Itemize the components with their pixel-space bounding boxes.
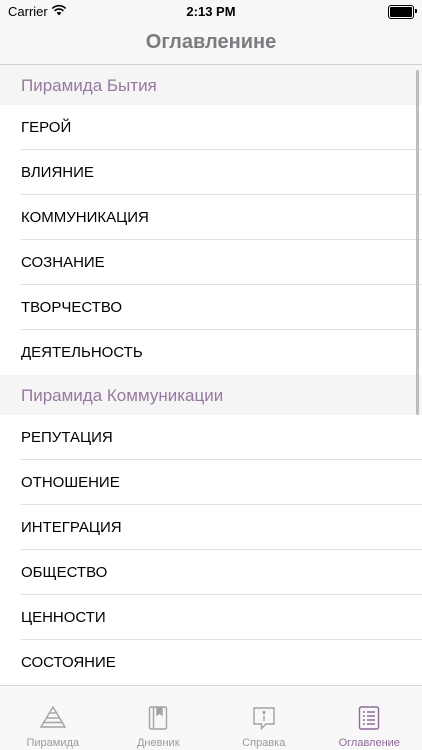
section-header: Пирамида Коммуникации <box>0 375 422 415</box>
list-item[interactable]: ОБЩЕСТВО <box>0 550 422 595</box>
book-icon <box>148 706 168 735</box>
list-item[interactable]: ИНТЕГРАЦИЯ <box>0 505 422 550</box>
list-item[interactable]: КОММУНИКАЦИЯ <box>0 195 422 240</box>
tab-label: Пирамида <box>26 737 80 749</box>
tab-label: Справка <box>242 737 286 749</box>
tab-pyramid[interactable]: Пирамида <box>0 686 106 750</box>
page-title: Оглавленине <box>145 31 277 53</box>
list-item[interactable]: ДЕЯТЕЛЬНОСТЬ <box>0 330 422 375</box>
status-bar: Carrier 2:13 PM <box>0 0 422 22</box>
list-item[interactable]: ГЕРОЙ <box>0 105 422 150</box>
navigation-bar: Оглавленине <box>0 22 422 65</box>
pyramid-icon <box>39 705 66 733</box>
tab-diary[interactable]: Дневник <box>106 686 212 750</box>
list-icon <box>358 706 380 735</box>
info-bubble-icon <box>252 706 276 735</box>
contents-list[interactable]: Пирамида Бытия ГЕРОЙ ВЛИЯНИЕ КОММУНИКАЦИ… <box>0 65 422 685</box>
status-time: 2:13 PM <box>186 4 236 19</box>
list-item[interactable]: СОЗНАНИЕ <box>0 240 422 285</box>
tab-label: Дневник <box>136 737 180 749</box>
list-item[interactable]: РЕПУТАЦИЯ <box>0 415 422 460</box>
tab-label: Оглавление <box>338 737 400 749</box>
list-item[interactable]: СОСТОЯНИЕ <box>0 640 422 685</box>
section-header: Пирамида Бытия <box>0 65 422 105</box>
list-item[interactable]: ТВОРЧЕСТВО <box>0 285 422 330</box>
tab-help[interactable]: Справка <box>211 686 317 750</box>
list-item[interactable]: ВЛИЯНИЕ <box>0 150 422 195</box>
battery-icon <box>388 5 417 19</box>
list-item[interactable]: ОТНОШЕНИЕ <box>0 460 422 505</box>
tab-contents[interactable]: Оглавление <box>317 686 422 750</box>
list-item[interactable]: ЦЕННОСТИ <box>0 595 422 640</box>
tab-bar: Пирамида Дневник Справка Оглавление <box>0 685 422 750</box>
scroll-indicator[interactable] <box>416 70 419 415</box>
